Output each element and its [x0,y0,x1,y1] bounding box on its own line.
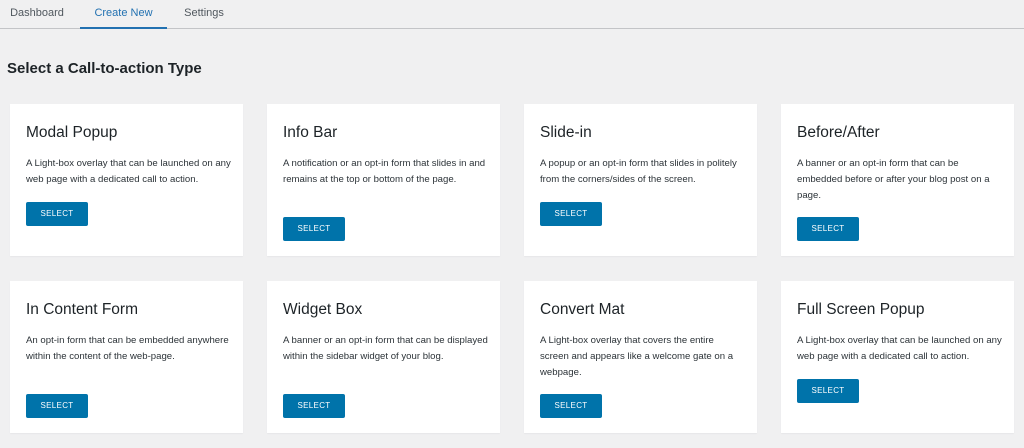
card-description: A banner or an opt-in form that can be d… [283,335,488,362]
card-title: Info Bar [283,124,338,141]
card-title: In Content Form [26,301,138,318]
card-description: A popup or an opt-in form that slides in… [540,158,737,185]
cta-card-in-content-form: In Content Form An opt-in form that can … [10,281,243,433]
cta-card-slide-in: Slide-in A popup or an opt-in form that … [524,104,757,256]
cta-card-convert-mat: Convert Mat A Light-box overlay that cov… [524,281,757,433]
select-button[interactable]: SELECT [283,217,345,241]
cta-card-modal-popup: Modal Popup A Light-box overlay that can… [10,104,243,256]
card-description: A banner or an opt-in form that can be e… [797,158,990,201]
select-button[interactable]: SELECT [797,379,859,403]
select-button[interactable]: SELECT [797,217,859,241]
card-title: Widget Box [283,301,363,318]
cta-card-widget-box: Widget Box A banner or an opt-in form th… [267,281,500,433]
card-description: A Light-box overlay that can be launched… [797,335,1002,362]
tab-create-new[interactable]: Create New [80,0,167,29]
tab-bar: Dashboard Create New Settings [0,0,1024,29]
select-button[interactable]: SELECT [26,202,88,226]
card-description: A notification or an opt-in form that sl… [283,158,486,185]
select-button[interactable]: SELECT [26,394,88,418]
card-title: Full Screen Popup [797,301,925,318]
card-title: Before/After [797,124,880,141]
select-button[interactable]: SELECT [283,394,345,418]
card-title: Modal Popup [26,124,118,141]
card-title: Convert Mat [540,301,625,318]
card-description: A Light-box overlay that covers the enti… [540,335,734,378]
card-description: An opt-in form that can be embedded anyw… [26,335,229,362]
card-title: Slide-in [540,124,592,141]
cta-card-full-screen-popup: Full Screen Popup A Light-box overlay th… [781,281,1014,433]
cta-card-info-bar: Info Bar A notification or an opt-in for… [267,104,500,256]
tab-dashboard[interactable]: Dashboard [0,0,74,29]
card-description: A Light-box overlay that can be launched… [26,158,231,185]
select-button[interactable]: SELECT [540,394,602,418]
cta-card-before-after: Before/After A banner or an opt-in form … [781,104,1014,256]
page-title: Select a Call-to-action Type [7,60,202,77]
tab-settings[interactable]: Settings [172,0,236,29]
select-button[interactable]: SELECT [540,202,602,226]
